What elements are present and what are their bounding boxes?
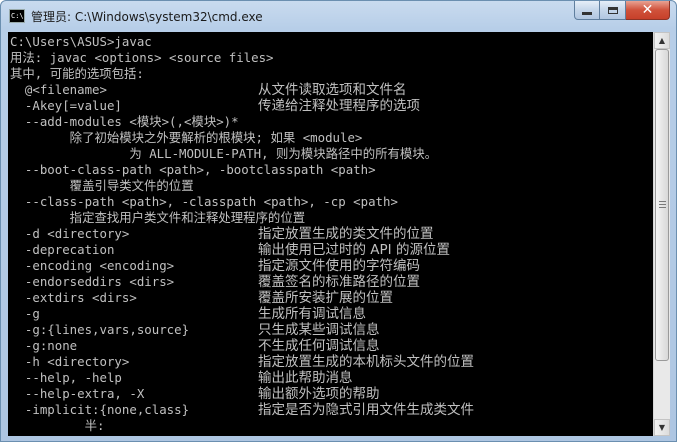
arrow-down-icon: ▼ <box>658 423 666 432</box>
option-name: -Akey[=value] <box>10 98 122 113</box>
console-line: --class-path <path>, -classpath <path>, … <box>10 194 653 210</box>
console-line: -d <directory> 指定放置生成的类文件的位置 <box>10 226 653 242</box>
console-line: 为 ALL-MODULE-PATH, 则为模块路径中的所有模块。 <box>10 146 653 162</box>
minimize-icon <box>582 11 592 15</box>
console-line-text: 其中, 可能的选项包括: <box>10 66 144 81</box>
option-name: -d <directory> <box>10 226 130 241</box>
option-name: --help, -help <box>10 370 122 385</box>
option-name: -g <box>10 306 40 321</box>
console-line: 指定查找用户类文件和注释处理程序的位置 <box>10 210 653 226</box>
console-line: -h <directory> 指定放置生成的本机标头文件的位置 <box>10 354 653 370</box>
console-line-text: 覆盖引导类文件的位置 <box>10 178 194 193</box>
console-line-text: --add-modules <模块>(,<模块>)* <box>10 114 239 129</box>
console-line-text: --class-path <path>, -classpath <path>, … <box>10 194 398 209</box>
option-description: 生成所有调试信息 <box>258 306 366 322</box>
console-line: -encoding <encoding> 指定源文件使用的字符编码 <box>10 258 653 274</box>
option-description: 输出使用已过时的 API 的源位置 <box>258 242 450 258</box>
console-line: -g:none 不生成任何调试信息 <box>10 338 653 354</box>
option-name: -encoding <encoding> <box>10 258 175 273</box>
option-description: 从文件读取选项和文件名 <box>258 82 407 98</box>
console-line: -extdirs <dirs> 覆盖所安装扩展的位置 <box>10 290 653 306</box>
console-line: --help-extra, -X 输出额外选项的帮助 <box>10 386 653 402</box>
option-name: @<filename> <box>10 82 107 97</box>
minimize-button[interactable] <box>574 1 600 20</box>
option-description: 指定放置生成的类文件的位置 <box>258 226 434 242</box>
close-button[interactable]: ✕ <box>626 1 670 20</box>
option-description: 覆盖签名的标准路径的位置 <box>258 274 420 290</box>
option-name: -deprecation <box>10 242 115 257</box>
grip-icon <box>658 201 666 209</box>
window-title: 管理员: C:\Windows\system32\cmd.exe <box>31 10 263 24</box>
scroll-down-button[interactable]: ▼ <box>654 419 670 436</box>
console-output[interactable]: C:\Users\ASUS>javac 用法: javac <options> <… <box>8 32 653 436</box>
option-description: 输出此帮助消息 <box>258 370 353 386</box>
console-line-text: 为 ALL-MODULE-PATH, 则为模块路径中的所有模块。 <box>10 146 438 161</box>
console-line: --boot-class-path <path>, -bootclasspath… <box>10 162 653 178</box>
console-line: --add-modules <模块>(,<模块>)* <box>10 114 653 130</box>
maximize-button[interactable] <box>600 1 626 20</box>
maximize-icon <box>607 6 618 14</box>
console-line-text: 半: <box>10 418 105 433</box>
option-name: -h <directory> <box>10 354 130 369</box>
arrow-up-icon: ▲ <box>658 36 666 45</box>
console-line: 覆盖引导类文件的位置 <box>10 178 653 194</box>
console-line: 半: <box>10 418 653 434</box>
console-line: @<filename> 从文件读取选项和文件名 <box>10 82 653 98</box>
console-client-area: C:\Users\ASUS>javac 用法: javac <options> <… <box>8 32 670 436</box>
option-name: -g:none <box>10 338 78 353</box>
console-line-text: --boot-class-path <path>, -bootclasspath… <box>10 162 376 177</box>
console-line: -g 生成所有调试信息 <box>10 306 653 322</box>
close-icon: ✕ <box>641 2 654 18</box>
console-line: 其中, 可能的选项包括: <box>10 66 653 82</box>
option-description: 传递给注释处理程序的选项 <box>258 98 420 114</box>
console-line-text: 除了初始模块之外要解析的根模块; 如果 <module> <box>10 130 363 145</box>
console-line-text: 用法: javac <options> <source files> <box>10 50 274 65</box>
console-line: -implicit:{none,class} 指定是否为隐式引用文件生成类文件 <box>10 402 653 418</box>
option-description: 不生成任何调试信息 <box>258 338 380 354</box>
vertical-scrollbar[interactable]: ▲ ▼ <box>653 32 670 436</box>
console-line: -endorseddirs <dirs> 覆盖签名的标准路径的位置 <box>10 274 653 290</box>
option-name: -implicit:{none,class} <box>10 402 190 417</box>
option-name: -g:{lines,vars,source} <box>10 322 190 337</box>
option-description: 指定是否为隐式引用文件生成类文件 <box>258 402 474 418</box>
console-line: -Akey[=value] 传递给注释处理程序的选项 <box>10 98 653 114</box>
cmd-window: C:\ 管理员: C:\Windows\system32\cmd.exe ✕ C… <box>0 0 677 442</box>
option-description: 指定源文件使用的字符编码 <box>258 258 420 274</box>
option-name: -extdirs <dirs> <box>10 290 137 305</box>
option-name: --help-extra, -X <box>10 386 145 401</box>
cmd-app-icon[interactable]: C:\ <box>9 9 25 23</box>
option-name: -endorseddirs <dirs> <box>10 274 175 289</box>
caption-buttons: ✕ <box>574 1 670 20</box>
console-line: -deprecation 输出使用已过时的 API 的源位置 <box>10 242 653 258</box>
console-line: --help, -help 输出此帮助消息 <box>10 370 653 386</box>
console-line-text: C:\Users\ASUS>javac <box>10 34 152 49</box>
console-line: 用法: javac <options> <source files> <box>10 50 653 66</box>
option-description: 指定放置生成的本机标头文件的位置 <box>258 354 474 370</box>
option-description: 只生成某些调试信息 <box>258 322 380 338</box>
scroll-up-button[interactable]: ▲ <box>654 32 670 49</box>
option-description: 输出额外选项的帮助 <box>258 386 380 402</box>
console-line: -g:{lines,vars,source} 只生成某些调试信息 <box>10 322 653 338</box>
console-line: 除了初始模块之外要解析的根模块; 如果 <module> <box>10 130 653 146</box>
option-description: 覆盖所安装扩展的位置 <box>258 290 393 306</box>
console-line: C:\Users\ASUS>javac <box>10 34 653 50</box>
scroll-thumb[interactable] <box>655 49 669 361</box>
console-line-text: 指定查找用户类文件和注释处理程序的位置 <box>10 210 306 225</box>
title-bar[interactable]: C:\ 管理员: C:\Windows\system32\cmd.exe ✕ <box>1 1 676 31</box>
